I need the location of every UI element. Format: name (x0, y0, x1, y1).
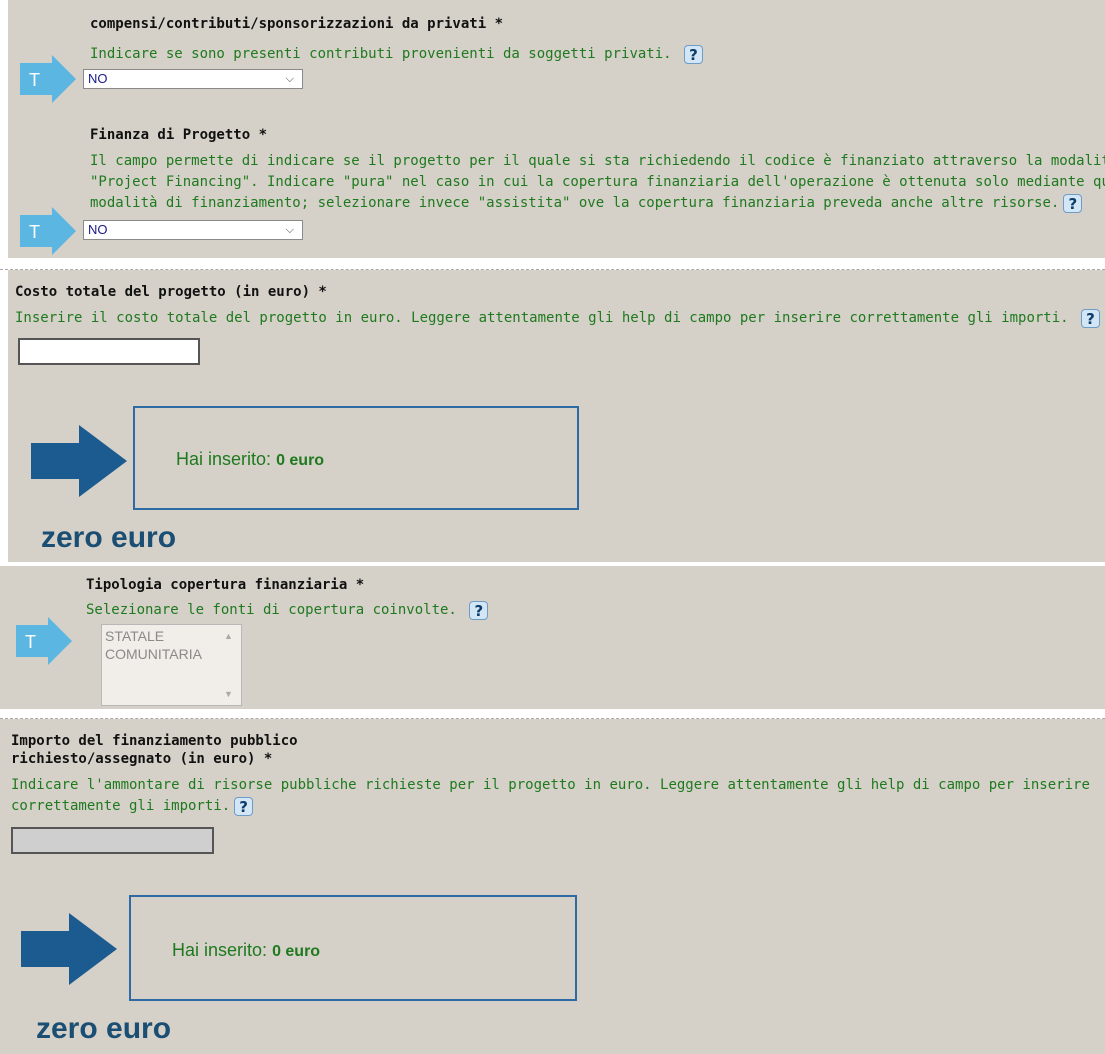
importo-hai-inserito: Hai inserito: 0 euro (172, 940, 320, 961)
costo-help-button[interactable]: ? (1081, 308, 1101, 328)
tipologia-help-button[interactable]: ? (469, 600, 489, 620)
finanza-help-button[interactable]: ? (1063, 193, 1083, 213)
listbox-scrollbar[interactable]: ▲ ▼ (217, 625, 241, 705)
tipologia-help: Selezionare le fonti di copertura coinvo… (86, 602, 457, 618)
costo-hai-inserito: Hai inserito: 0 euro (176, 449, 324, 470)
costo-help-text: Inserire il costo totale del progetto in… (15, 308, 1101, 329)
finanza-help-line-3: modalità di finanziamento; selezionare i… (90, 195, 1060, 211)
importo-help-button[interactable]: ? (234, 796, 254, 816)
costo-help: Inserire il costo totale del progetto in… (15, 310, 1069, 326)
importo-arrow-icon-shape (21, 913, 117, 985)
scroll-down-icon[interactable]: ▼ (224, 685, 233, 703)
costo-hai-inserito-value: 0 euro (276, 452, 325, 469)
finanza-select[interactable]: NO ⌵ (83, 220, 303, 240)
panel-importo (0, 719, 1105, 1054)
costo-arrow-icon (31, 425, 127, 497)
importo-hai-inserito-value: 0 euro (272, 943, 321, 960)
privati-select-value: NO (88, 71, 108, 86)
finanza-help-line-2: "Project Financing". Indicare "pura" nel… (90, 174, 1105, 190)
tipologia-label: Tipologia copertura finanziaria * (86, 577, 365, 593)
finanza-type-arrow-icon: T (20, 207, 76, 255)
chevron-down-icon: ⌵ (285, 224, 294, 236)
tipologia-type-marker: T (25, 632, 36, 652)
importo-hai-inserito-label: Hai inserito: (172, 940, 268, 960)
costo-input[interactable] (18, 338, 200, 365)
costo-amount-words: zero euro (41, 521, 177, 554)
scroll-up-icon[interactable]: ▲ (224, 627, 233, 645)
finanza-help-text: Il campo permette di indicare se il prog… (90, 151, 1105, 214)
importo-label-line-2: richiesto/assegnato (in euro) * (11, 751, 273, 767)
privati-help-text: Indicare se sono presenti contributi pro… (90, 44, 704, 65)
finanza-select-value: NO (88, 222, 108, 237)
tipologia-type-arrow-icon: T (16, 617, 72, 665)
privati-label: compensi/contributi/sponsorizzazioni da … (90, 16, 504, 32)
importo-input[interactable] (11, 827, 214, 854)
finanza-label: Finanza di Progetto * (90, 127, 268, 143)
finanza-type-marker: T (29, 222, 40, 242)
privati-help: Indicare se sono presenti contributi pro… (90, 46, 672, 62)
importo-help-line-2: correttamente gli importi. (11, 798, 231, 814)
costo-hai-inserito-label: Hai inserito: (176, 449, 272, 469)
chevron-down-icon: ⌵ (285, 73, 294, 85)
importo-help-text: Indicare l'ammontare di risorse pubblich… (11, 775, 1090, 817)
tipologia-listbox[interactable]: STATALE COMUNITARIA ▲ ▼ (101, 624, 242, 706)
importo-help-line-1: Indicare l'ammontare di risorse pubblich… (11, 777, 1090, 793)
costo-label: Costo totale del progetto (in euro) * (15, 284, 327, 300)
privati-select[interactable]: NO ⌵ (83, 69, 303, 89)
privati-type-arrow-icon: T (20, 55, 76, 103)
finanza-help-line-1: Il campo permette di indicare se il prog… (90, 153, 1105, 169)
privati-help-button[interactable]: ? (684, 44, 704, 64)
privati-type-marker: T (29, 70, 40, 90)
importo-amount-words: zero euro (36, 1012, 172, 1045)
importo-label-line-1: Importo del finanziamento pubblico (11, 733, 298, 749)
tipologia-help-text: Selezionare le fonti di copertura coinvo… (86, 600, 489, 621)
importo-label: Importo del finanziamento pubblico richi… (11, 732, 298, 768)
